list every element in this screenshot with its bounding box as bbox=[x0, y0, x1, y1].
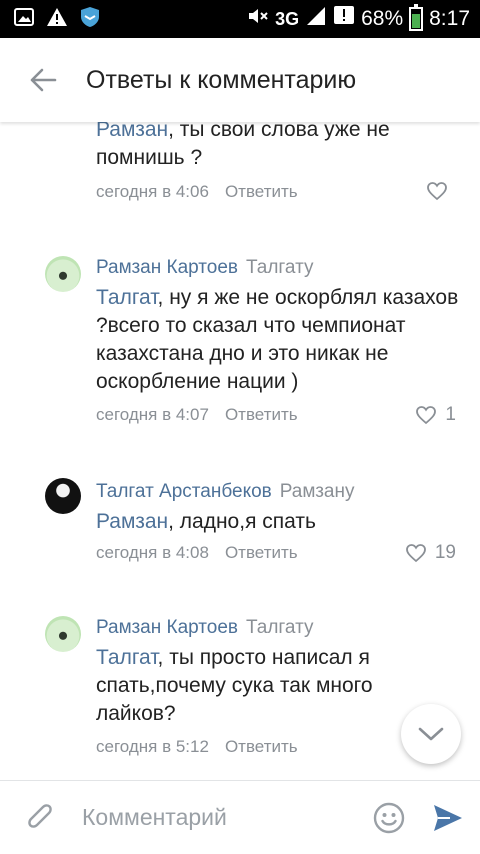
heart-icon bbox=[416, 406, 437, 425]
heart-icon bbox=[405, 544, 426, 563]
comment-body: , ладно,я спать bbox=[168, 510, 316, 533]
mention-link[interactable]: Талгат bbox=[96, 646, 158, 669]
like-count: 19 bbox=[434, 542, 456, 563]
mention-link[interactable]: Талгат bbox=[96, 286, 158, 309]
author-name[interactable]: Рамзан Картоев bbox=[96, 617, 238, 638]
scroll-down-button[interactable] bbox=[401, 704, 461, 764]
comment-meta: сегодня в 4:07 Ответить bbox=[96, 405, 298, 425]
comment-text: Рамзан, ты свои слова уже не помнишь ? bbox=[96, 122, 466, 172]
author-name[interactable]: Талгат Арстанбеков bbox=[96, 481, 272, 502]
reply-to: Рамзану bbox=[279, 481, 355, 502]
like-count: 1 bbox=[445, 404, 456, 425]
reply-button[interactable]: Ответить bbox=[225, 737, 298, 756]
chevron-down-icon bbox=[418, 727, 444, 741]
reply-button[interactable]: Ответить bbox=[225, 543, 298, 562]
comment-header: Рамзан Картоев Талгату bbox=[96, 617, 314, 639]
mention-link[interactable]: Рамзан bbox=[96, 122, 168, 141]
comment-input[interactable]: Комментарий bbox=[82, 804, 362, 831]
battery-percent: 68% bbox=[361, 7, 404, 30]
attach-button[interactable] bbox=[0, 802, 82, 834]
reply-to: Талгату bbox=[246, 257, 314, 278]
timestamp: сегодня в 4:07 bbox=[96, 405, 209, 424]
network-type: 3G bbox=[275, 8, 300, 29]
back-button[interactable] bbox=[0, 38, 86, 122]
comment-text: Талгат, ну я же не оскорблял казахов ?вс… bbox=[96, 284, 466, 396]
author-name[interactable]: Рамзан Картоев bbox=[96, 257, 238, 278]
send-icon bbox=[434, 804, 462, 831]
like-button[interactable] bbox=[426, 181, 456, 201]
like-button[interactable]: 1 bbox=[415, 404, 456, 426]
mute-icon bbox=[247, 6, 269, 32]
avatar[interactable] bbox=[45, 478, 81, 514]
comment-text: Рамзан, ладно,я спать bbox=[96, 508, 466, 536]
avatar[interactable] bbox=[45, 616, 81, 652]
reply-to: Талгату bbox=[246, 617, 314, 638]
comments-list: Рамзан, ты свои слова уже не помнишь ? с… bbox=[0, 122, 480, 780]
avatar[interactable] bbox=[45, 256, 81, 292]
list-item: Талгат Арстанбеков Рамзану Рамзан, ладно,… bbox=[0, 474, 480, 584]
like-button[interactable]: 19 bbox=[405, 542, 456, 564]
arrow-left-icon bbox=[30, 68, 57, 92]
comment-text: Талгат, ты просто написал я спать,почему… bbox=[96, 644, 396, 728]
page-title: Ответы к комментарию bbox=[86, 65, 357, 94]
clock: 8:17 bbox=[429, 7, 470, 30]
timestamp: сегодня в 5:12 bbox=[96, 737, 209, 756]
mention-link[interactable]: Рамзан bbox=[96, 510, 168, 533]
reply-button[interactable]: Ответить bbox=[225, 405, 298, 424]
smile-icon bbox=[373, 802, 405, 833]
heart-icon bbox=[427, 182, 447, 201]
list-item: Рамзан Картоев Талгату Талгат, ну я же не… bbox=[0, 250, 480, 440]
emoji-button[interactable] bbox=[362, 802, 416, 834]
list-item: Рамзан, ты свои слова уже не помнишь ? с… bbox=[0, 122, 480, 232]
reply-button[interactable]: Ответить bbox=[225, 182, 298, 201]
send-button[interactable] bbox=[416, 803, 480, 833]
shield-icon bbox=[80, 6, 100, 33]
notification-icon bbox=[333, 5, 355, 33]
comment-meta: сегодня в 4:08 Ответить bbox=[96, 543, 298, 563]
paperclip-icon bbox=[28, 803, 52, 828]
comment-meta: сегодня в 4:06 Ответить bbox=[96, 182, 298, 202]
timestamp: сегодня в 4:08 bbox=[96, 543, 209, 562]
comment-composer: Комментарий bbox=[0, 780, 480, 854]
comment-meta: сегодня в 5:12 Ответить bbox=[96, 737, 298, 757]
app-bar: Ответы к комментарию bbox=[0, 38, 480, 122]
comment-header: Рамзан Картоев Талгату bbox=[96, 257, 314, 279]
warning-icon bbox=[46, 7, 68, 32]
timestamp: сегодня в 4:06 bbox=[96, 182, 209, 201]
battery-icon bbox=[409, 4, 424, 31]
status-bar: 3G 68% 8:17 bbox=[0, 0, 480, 38]
signal-icon bbox=[305, 6, 327, 32]
gallery-icon bbox=[14, 7, 34, 31]
comment-header: Талгат Арстанбеков Рамзану bbox=[96, 481, 355, 503]
